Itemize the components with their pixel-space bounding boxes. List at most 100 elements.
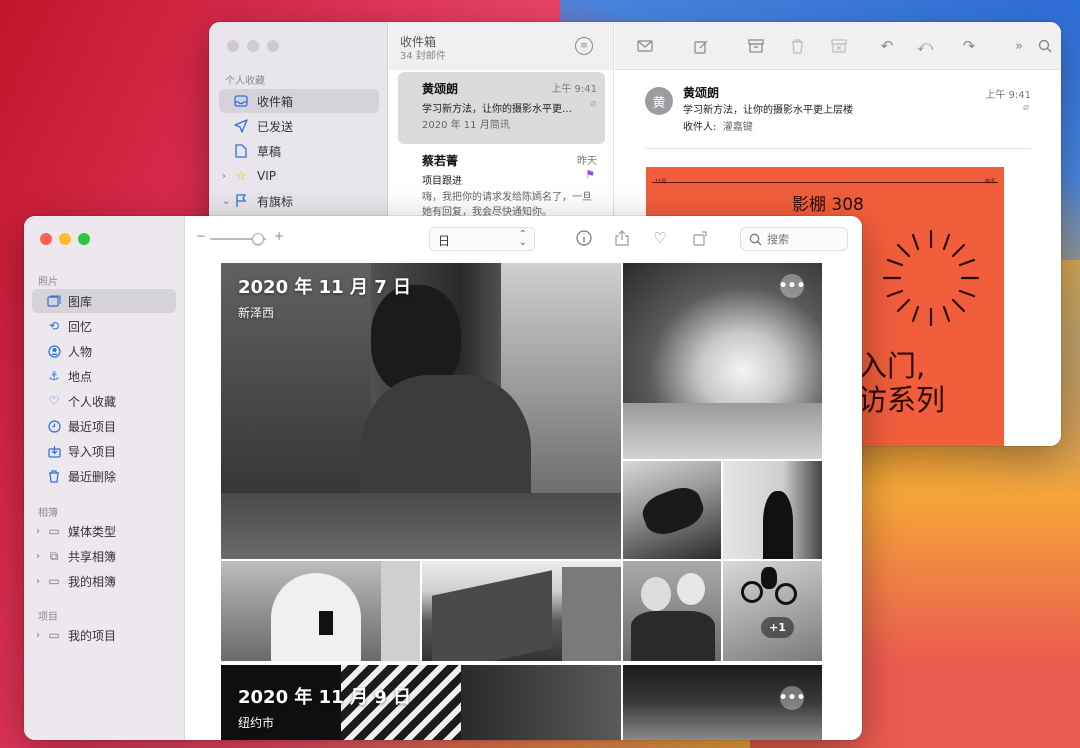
- sidebar-item-sent[interactable]: 已发送: [219, 114, 379, 138]
- sidebar-item-label: VIP: [257, 169, 276, 183]
- photos-window: 照片 图库 ⟲ 回忆 人物 ⚓ 地点 ♡ 个人收藏 最近项目 导入项目 最近删除…: [24, 216, 862, 740]
- sunburst-graphic: [882, 229, 980, 327]
- sidebar-item-imports[interactable]: 导入项目: [32, 439, 176, 463]
- photo-silhouette[interactable]: [723, 461, 822, 559]
- zoom-in-label[interactable]: +: [274, 229, 284, 243]
- photo-cyclist[interactable]: +1: [723, 561, 822, 661]
- zoom-button[interactable]: [267, 40, 279, 52]
- doc-icon: [233, 143, 249, 159]
- zoom-slider[interactable]: [210, 233, 266, 245]
- sidebar-item-label: 人物: [68, 344, 93, 359]
- archive-icon[interactable]: [746, 36, 766, 56]
- sidebar-item-vip[interactable]: › ☆ VIP: [219, 164, 379, 188]
- library-icon: [46, 293, 62, 309]
- sidebar-item-label: 最近删除: [68, 469, 117, 484]
- sidebar-item-memories[interactable]: ⟲ 回忆: [32, 314, 176, 338]
- zoom-out-label[interactable]: −: [196, 229, 206, 243]
- photo-hands[interactable]: [623, 461, 721, 559]
- filter-icon[interactable]: ≡: [575, 37, 593, 55]
- star-icon: ☆: [235, 168, 247, 184]
- day-location: 纽约市: [238, 716, 275, 730]
- sidebar-item-shared-albums[interactable]: › ⧉ 共享相簿: [32, 544, 176, 568]
- trash-icon[interactable]: [787, 36, 807, 56]
- share-icon[interactable]: [612, 228, 632, 248]
- sidebar-item-my-albums[interactable]: › ▭ 我的相簿: [32, 569, 176, 593]
- chevron-right-icon[interactable]: ›: [36, 630, 40, 641]
- search-icon: [749, 233, 762, 249]
- divider: [645, 148, 1031, 149]
- sidebar-item-recently-deleted[interactable]: 最近删除: [32, 464, 176, 488]
- minimize-button[interactable]: [247, 40, 259, 52]
- sidebar-item-drafts[interactable]: 草稿: [219, 139, 379, 163]
- chevron-down-icon[interactable]: ⌄: [222, 196, 230, 207]
- more-button[interactable]: •••: [779, 686, 805, 710]
- sidebar-item-label: 媒体类型: [68, 524, 117, 539]
- more-button[interactable]: •••: [779, 274, 805, 298]
- day-title: 2020 年 11 月 9 日: [238, 687, 412, 708]
- sidebar-item-people[interactable]: 人物: [32, 339, 176, 363]
- photo-building[interactable]: [422, 561, 621, 661]
- sidebar-item-label: 导入项目: [68, 444, 117, 459]
- avatar: 黄: [645, 87, 673, 115]
- day-title: 2020 年 11 月 7 日: [238, 277, 412, 298]
- search-icon[interactable]: [1035, 36, 1055, 56]
- sidebar-item-places[interactable]: ⚓ 地点: [32, 364, 176, 388]
- day-location: 新泽西: [238, 306, 275, 320]
- inbox-icon: [233, 93, 249, 109]
- sidebar-item-flagged[interactable]: ⌄ 有旗标: [219, 189, 379, 213]
- photo-street-shadow[interactable]: •••: [623, 665, 822, 740]
- folder-icon: ▭: [48, 628, 60, 642]
- sidebar-item-label: 草稿: [257, 144, 282, 159]
- rotate-icon[interactable]: [690, 228, 710, 248]
- photo-tunnel[interactable]: •••: [623, 263, 822, 459]
- message-item[interactable]: 蔡若菁 昨天 项目跟进 嗨，我把你的请求发给陈嫣名了，一旦她有回复，我会尽快通知…: [398, 144, 605, 218]
- reply-icon[interactable]: ↶: [877, 36, 897, 56]
- zoom-button[interactable]: [78, 233, 90, 245]
- junk-icon[interactable]: [829, 36, 849, 56]
- compose-icon[interactable]: [691, 36, 711, 56]
- photo-arch-skater[interactable]: [221, 561, 420, 661]
- reader-sender: 黄颂朗: [683, 86, 720, 100]
- forward-icon[interactable]: ↷: [959, 36, 979, 56]
- sidebar-item-label: 已发送: [257, 119, 294, 134]
- search-input[interactable]: [767, 231, 843, 247]
- sidebar-item-inbox[interactable]: 收件箱: [219, 89, 379, 113]
- photo-shadow-stripes[interactable]: 2020 年 11 月 9 日 纽约市: [221, 665, 621, 740]
- sidebar-item-my-projects[interactable]: › ▭ 我的项目: [32, 623, 176, 647]
- sidebar-item-label: 最近项目: [68, 419, 117, 434]
- sidebar-item-favorites[interactable]: ♡ 个人收藏: [32, 389, 176, 413]
- poster-month: 11月: [655, 179, 667, 185]
- favorite-heart-icon[interactable]: ♡: [650, 228, 670, 248]
- chevron-right-icon[interactable]: ›: [36, 551, 40, 562]
- sidebar-item-library[interactable]: 图库: [32, 289, 176, 313]
- reply-all-icon[interactable]: ⤺: [915, 36, 935, 56]
- info-icon[interactable]: [574, 228, 594, 248]
- close-button[interactable]: [227, 40, 239, 52]
- trash-icon: [46, 468, 62, 484]
- sidebar-item-label: 回忆: [68, 319, 93, 334]
- chevron-right-icon[interactable]: ›: [222, 171, 226, 182]
- sidebar-item-label: 我的相簿: [68, 574, 117, 589]
- photo-woman-wall[interactable]: 2020 年 11 月 7 日 新泽西: [221, 263, 621, 559]
- chevron-right-icon[interactable]: ›: [36, 526, 40, 537]
- shared-album-icon: ⧉: [49, 548, 59, 563]
- message-item[interactable]: 黄颂朗 上午 9:41 学习新方法，让你的摄影水平更… 2020 年 11 月简…: [398, 72, 605, 144]
- more-toolbar-icon[interactable]: »: [1009, 36, 1029, 56]
- minimize-button[interactable]: [59, 233, 71, 245]
- places-icon: ⚓: [48, 369, 60, 383]
- message-subject: 学习新方法，让你的摄影水平更…: [422, 104, 572, 115]
- poster-label: 简讯: [984, 179, 995, 185]
- sidebar-item-label: 共享相簿: [68, 549, 117, 564]
- photo-friends[interactable]: [623, 561, 721, 661]
- message-sender: 蔡若菁: [422, 154, 459, 168]
- view-select[interactable]: 日 ⌃ ⌄: [429, 227, 535, 251]
- search-field[interactable]: [740, 227, 848, 251]
- chevron-right-icon[interactable]: ›: [36, 576, 40, 587]
- sidebar-item-label: 我的项目: [68, 628, 117, 643]
- sidebar-item-recents[interactable]: 最近项目: [32, 414, 176, 438]
- sidebar-item-media-types[interactable]: › ▭ 媒体类型: [32, 519, 176, 543]
- more-count-badge[interactable]: +1: [761, 617, 794, 638]
- zoom-slider-knob[interactable]: [251, 233, 264, 245]
- mail-envelope-icon[interactable]: [635, 36, 655, 56]
- close-button[interactable]: [40, 233, 52, 245]
